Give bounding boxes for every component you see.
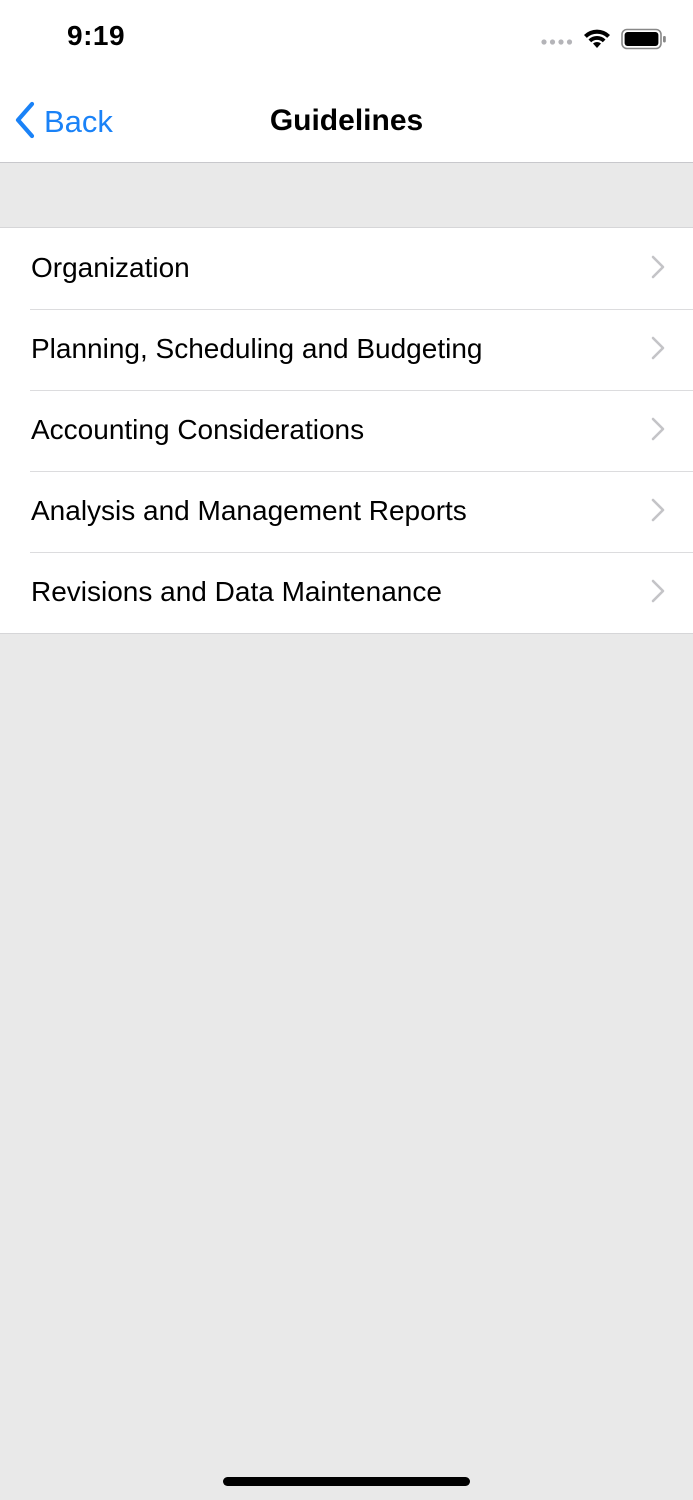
list-item[interactable]: Revisions and Data Maintenance — [0, 552, 693, 633]
chevron-right-icon — [651, 579, 665, 603]
list-item-label: Planning, Scheduling and Budgeting — [31, 333, 483, 364]
status-bar: 9:19 — [0, 0, 693, 82]
chevron-right-icon — [651, 255, 665, 279]
navigation-bar: Guidelines Back — [0, 82, 693, 163]
guidelines-list: Organization Planning, Scheduling and Bu… — [0, 227, 693, 634]
list-item[interactable]: Accounting Considerations — [0, 390, 693, 471]
chevron-right-icon — [651, 417, 665, 441]
list-item[interactable]: Organization — [0, 228, 693, 309]
status-icons — [541, 28, 667, 55]
list-item-label: Analysis and Management Reports — [31, 495, 467, 526]
list-item-label: Organization — [31, 252, 190, 283]
chevron-right-icon — [651, 498, 665, 522]
chevron-right-icon — [651, 336, 665, 360]
back-label: Back — [44, 104, 113, 139]
battery-icon — [621, 28, 667, 55]
home-indicator[interactable] — [223, 1477, 470, 1486]
signal-dots-icon — [541, 33, 573, 51]
status-time: 9:19 — [67, 20, 126, 51]
chevron-left-icon — [14, 101, 36, 144]
list-item-label: Accounting Considerations — [31, 414, 365, 445]
back-button[interactable]: Back — [14, 101, 113, 144]
wifi-icon — [583, 28, 611, 55]
list-item-label: Revisions and Data Maintenance — [31, 576, 442, 607]
list-item[interactable]: Planning, Scheduling and Budgeting — [0, 309, 693, 390]
list-item[interactable]: Analysis and Management Reports — [0, 471, 693, 552]
